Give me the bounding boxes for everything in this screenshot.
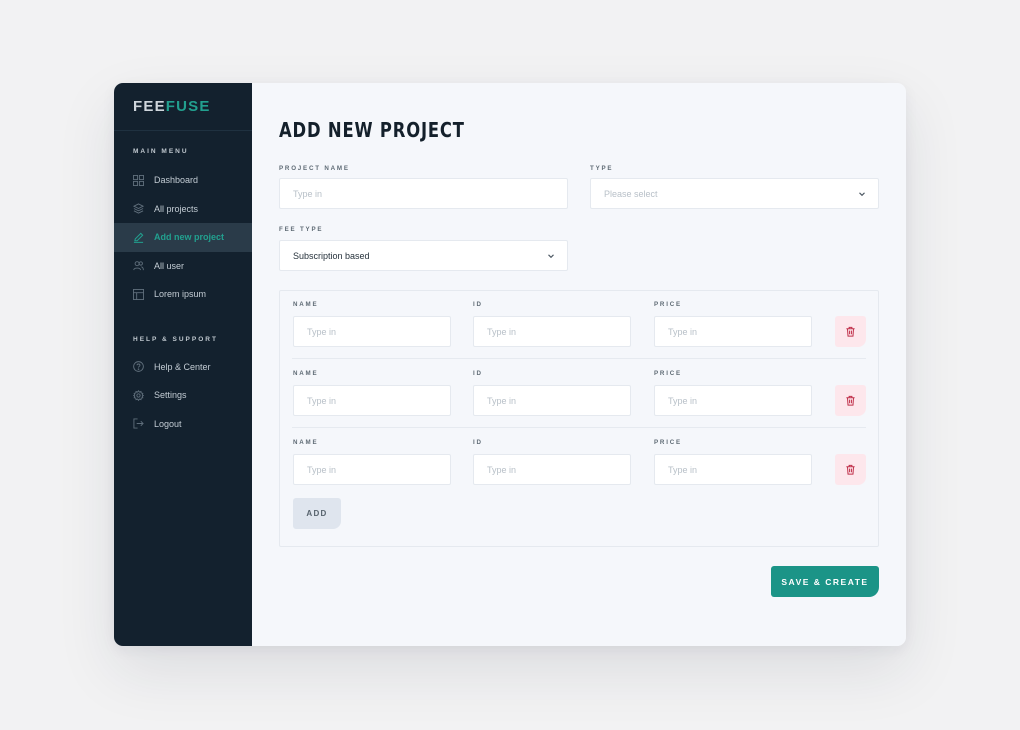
fee-type-label: FEE TYPE — [279, 226, 324, 233]
type-label: TYPE — [590, 165, 614, 172]
id-placeholder: Type in — [487, 395, 517, 406]
help-menu: Help & Center Settings Logout — [114, 353, 252, 439]
delete-row-button[interactable] — [835, 454, 866, 485]
price-label: PRICE — [654, 370, 682, 377]
id-input[interactable]: Type in — [473, 316, 631, 347]
sidebar: FEE FUSE MAIN MENU Dashboard All projects — [114, 83, 252, 646]
app-window: FEE FUSE MAIN MENU Dashboard All projects — [114, 83, 906, 646]
fee-type-value: Subscription based — [293, 250, 370, 261]
help-support-title: HELP & SUPPORT — [133, 335, 218, 343]
type-placeholder: Please select — [604, 188, 658, 199]
sidebar-item-label: Dashboard — [154, 175, 199, 186]
row-divider — [292, 358, 866, 359]
price-placeholder: Type in — [668, 395, 698, 406]
sidebar-item-label: Lorem ipsum — [154, 289, 207, 300]
name-placeholder: Type in — [307, 326, 337, 337]
name-input[interactable]: Type in — [293, 316, 451, 347]
name-placeholder: Type in — [307, 395, 337, 406]
trash-icon — [846, 464, 855, 475]
users-icon — [133, 260, 144, 271]
gear-icon — [133, 389, 144, 401]
table-icon — [133, 288, 144, 300]
id-input[interactable]: Type in — [473, 454, 631, 485]
price-placeholder: Type in — [668, 464, 698, 475]
page-title: ADD NEW PROJECT — [279, 118, 465, 142]
fee-type-select[interactable]: Subscription based — [279, 240, 568, 271]
name-label: NAME — [293, 301, 319, 308]
main-menu-title: MAIN MENU — [133, 148, 189, 155]
sidebar-item-label: Add new project — [154, 232, 225, 243]
sidebar-item-label: All user — [154, 260, 185, 271]
sidebar-item-label: Settings — [154, 390, 187, 401]
sidebar-item-dashboard[interactable]: Dashboard — [114, 166, 252, 195]
id-placeholder: Type in — [487, 464, 517, 475]
id-input[interactable]: Type in — [473, 385, 631, 416]
type-select[interactable]: Please select — [590, 178, 879, 209]
add-row-button[interactable]: ADD — [293, 498, 341, 529]
sidebar-item-lorem-ipsum[interactable]: Lorem ipsum — [114, 280, 252, 309]
chevron-down-icon — [548, 254, 554, 259]
name-placeholder: Type in — [307, 464, 337, 475]
help-icon — [133, 361, 144, 373]
id-label: ID — [473, 439, 483, 446]
price-input[interactable]: Type in — [654, 454, 812, 485]
sidebar-item-label: Logout — [154, 418, 182, 429]
fee-items-panel: NAME ID PRICE Type in Type in Type in NA… — [279, 290, 879, 547]
name-input[interactable]: Type in — [293, 385, 451, 416]
sidebar-item-add-new-project[interactable]: Add new project — [114, 223, 252, 252]
sidebar-item-logout[interactable]: Logout — [114, 410, 252, 439]
project-name-label: PROJECT NAME — [279, 165, 350, 172]
price-label: PRICE — [654, 439, 682, 446]
sidebar-item-help-center[interactable]: Help & Center — [114, 353, 252, 382]
logo-part-1: FEE — [133, 98, 166, 115]
edit-icon — [133, 232, 144, 243]
logo-part-2: FUSE — [165, 98, 211, 115]
id-label: ID — [473, 301, 483, 308]
id-label: ID — [473, 370, 483, 377]
main-content: ADD NEW PROJECT PROJECT NAME Type in TYP… — [252, 83, 906, 646]
trash-icon — [846, 395, 855, 406]
price-placeholder: Type in — [668, 326, 698, 337]
price-label: PRICE — [654, 301, 682, 308]
project-name-input[interactable]: Type in — [279, 178, 568, 209]
logo[interactable]: FEE FUSE — [114, 83, 252, 131]
trash-icon — [846, 326, 855, 337]
sidebar-item-label: Help & Center — [154, 361, 211, 372]
sidebar-item-settings[interactable]: Settings — [114, 381, 252, 410]
main-menu: Dashboard All projects Add new project A… — [114, 166, 252, 309]
delete-row-button[interactable] — [835, 316, 866, 347]
price-input[interactable]: Type in — [654, 385, 812, 416]
sidebar-item-label: All projects — [154, 203, 199, 214]
delete-row-button[interactable] — [835, 385, 866, 416]
save-create-button[interactable]: SAVE & CREATE — [771, 566, 879, 597]
name-label: NAME — [293, 439, 319, 446]
price-input[interactable]: Type in — [654, 316, 812, 347]
dashboard-icon — [133, 174, 144, 186]
id-placeholder: Type in — [487, 326, 517, 337]
chevron-down-icon — [859, 192, 865, 197]
name-input[interactable]: Type in — [293, 454, 451, 485]
name-label: NAME — [293, 370, 319, 377]
logout-icon — [133, 418, 144, 429]
sidebar-item-all-user[interactable]: All user — [114, 252, 252, 281]
layers-icon — [133, 203, 144, 214]
project-name-placeholder: Type in — [293, 188, 323, 199]
row-divider — [292, 427, 866, 428]
sidebar-item-all-projects[interactable]: All projects — [114, 195, 252, 224]
